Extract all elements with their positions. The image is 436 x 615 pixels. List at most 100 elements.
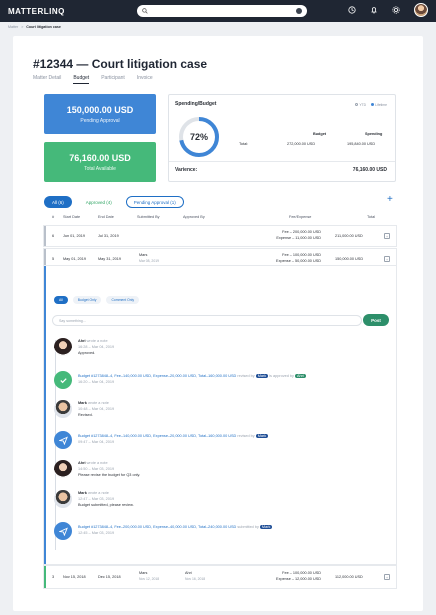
lifetime-radio[interactable]: Lifetime (371, 103, 387, 107)
action-text: wrote a note (86, 461, 108, 465)
row-start: Nov 15, 2018 (63, 575, 86, 579)
spending-budget-card: Spending/Budget YTD Lifetime 72% Total: … (168, 94, 396, 182)
comment-input[interactable]: Say something... (52, 315, 362, 326)
comment-body: Approved. (78, 351, 96, 355)
tab-matter-detail[interactable]: Matter Detail (33, 75, 61, 84)
row-expand-button[interactable]: + (384, 233, 390, 239)
pending-amount: 150,000.00 USD (66, 104, 134, 115)
available-label: Total Available (84, 165, 116, 172)
row-end: Jul 31, 2019 (98, 234, 119, 238)
row-num: 6 (52, 234, 55, 238)
timestamp: 12:45 – Mar 03, 2019 (78, 531, 115, 535)
row-start: May 01, 2019 (63, 257, 87, 261)
budget-event-text: Budget #1273848–4, Fee–140,000.00 USD, E… (78, 374, 237, 378)
activity-filter-comment[interactable]: Comment Only (106, 296, 140, 304)
search-icon (142, 8, 148, 14)
breadcrumb-separator: > (21, 25, 24, 29)
row-expand-button[interactable]: + (384, 256, 390, 262)
row-start: Jun 01, 2019 (63, 234, 85, 238)
gear-icon[interactable] (392, 6, 400, 14)
chevron-down-icon[interactable] (296, 8, 302, 14)
row-submitted-date: Nov 12, 2018 (139, 577, 160, 581)
row-fee: Fee – 100,000.00 USD (282, 253, 321, 257)
avatar (54, 338, 72, 356)
user-tag[interactable]: Mark (255, 374, 269, 378)
spending-title: Spending/Budget (175, 101, 217, 107)
author-name[interactable]: Mark (78, 491, 87, 495)
row-approved-date: Nov 16, 2018 (185, 577, 206, 581)
available-amount: 76,160.00 USD (69, 152, 131, 163)
tab-participant[interactable]: Participant (101, 75, 125, 84)
comment-body: Revised. (78, 413, 93, 417)
budget-header: Budget (313, 132, 327, 136)
ytd-radio[interactable]: YTD (355, 103, 366, 107)
user-tag[interactable]: Ahri (294, 374, 306, 378)
comment-body: Budget submitted, please review. (78, 503, 134, 507)
budget-value: 272,000.00 USD (287, 142, 316, 146)
filter-pending[interactable]: Pending Approval (1) (125, 196, 184, 208)
variance-label: Varience: (175, 167, 198, 173)
action-text: wrote a note (87, 401, 109, 405)
row-num: 5 (52, 257, 55, 261)
filter-approved[interactable]: Approved (4) (78, 196, 120, 208)
event-suffix: revised by (237, 374, 255, 378)
row-end: May 31, 2019 (98, 257, 122, 261)
tab-invoice[interactable]: Invoice (137, 75, 153, 84)
row-submitted-by: Mars (139, 253, 148, 257)
clock-icon[interactable] (348, 6, 356, 14)
total-available-card: 76,160.00 USD Total Available (44, 142, 156, 182)
spending-progress-ring: 72% (177, 115, 221, 159)
row-total: 211,000.00 USD (335, 234, 363, 238)
user-avatar[interactable] (414, 3, 428, 17)
app-logo[interactable]: MATTERLINQ (8, 7, 65, 16)
send-icon (54, 431, 72, 449)
search-input[interactable] (137, 5, 307, 17)
budget-filter: All (6) Approved (4) Pending Approval (1… (44, 196, 184, 208)
col-num: # (52, 215, 55, 219)
bell-icon[interactable] (370, 6, 378, 14)
user-tag[interactable]: Mark (255, 434, 269, 438)
pending-label: Pending Approval (80, 117, 120, 124)
avatar (54, 490, 72, 508)
row-num: 3 (52, 575, 55, 579)
action-text: wrote a note (86, 339, 108, 343)
timestamp: 09:47 – Mar 04, 2019 (78, 440, 115, 444)
breadcrumb-root[interactable]: Matter (8, 25, 18, 29)
total-label: Total: (239, 142, 249, 146)
activity-filter-budget[interactable]: Budget Only (72, 296, 102, 304)
row-expand-button[interactable]: + (384, 574, 390, 580)
post-button[interactable]: Post (363, 314, 389, 326)
row-end: Dec 15, 2018 (98, 575, 121, 579)
page-title: #12344 — Court litigation case (33, 57, 208, 71)
event-suffix: submitted by (237, 525, 259, 529)
row-total: 150,000.00 USD (335, 257, 364, 261)
tab-budget[interactable]: Budget (73, 75, 90, 84)
row-expense: Expense – 50,000.00 USD (276, 259, 321, 263)
breadcrumb: Matter > Court litigation case (8, 25, 61, 29)
action-text: wrote a note (87, 491, 109, 495)
row-expense: Expense – 12,000.00 USD (276, 577, 321, 581)
send-icon (54, 522, 72, 540)
row-submitted-by: Mars (139, 571, 148, 575)
filter-all[interactable]: All (6) (44, 196, 72, 208)
approved-icon (54, 371, 72, 389)
avatar (54, 460, 72, 478)
author-name[interactable]: Mark (78, 401, 87, 405)
table-row[interactable]: 3 Nov 15, 2018 Dec 15, 2018 Mars Nov 12,… (44, 566, 396, 588)
table-row[interactable]: 6 Jun 01, 2019 Jul 31, 2019 Fee – 200,00… (44, 226, 396, 246)
tab-bar: Matter Detail Budget Participant Invoice (33, 75, 153, 84)
row-total: 112,000.00 USD (335, 575, 363, 579)
author-name[interactable]: Ahri (78, 461, 86, 465)
col-total: Total (367, 215, 376, 219)
activity-filter-all[interactable]: All (54, 296, 68, 304)
col-approved: Approved By (183, 215, 205, 219)
user-tag[interactable]: Mark (259, 525, 273, 529)
add-budget-button[interactable]: + (387, 194, 393, 205)
divider (169, 161, 395, 162)
col-start: Start Date (63, 215, 81, 219)
author-name[interactable]: Ahri (78, 339, 86, 343)
row-approved-by: Ahri (185, 571, 192, 575)
pending-approval-card: 150,000.00 USD Pending Approval (44, 94, 156, 134)
budget-activity-panel: All Budget Only Comment Only Say somethi… (44, 266, 396, 564)
spending-percent: 72% (189, 132, 208, 142)
